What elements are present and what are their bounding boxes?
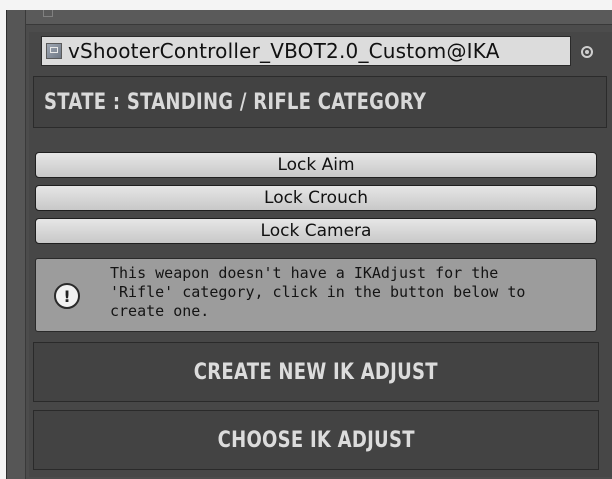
exclamation-icon: ! — [54, 283, 80, 309]
lock-camera-button[interactable]: Lock Camera — [35, 218, 597, 244]
create-new-ik-adjust-button[interactable]: CREATE NEW IK ADJUST — [33, 342, 599, 402]
choose-ik-adjust-label: CHOOSE IK ADJUST — [217, 427, 415, 453]
warning-help-box: ! This weapon doesn't have a IKAdjust fo… — [35, 258, 597, 332]
object-picker-icon[interactable] — [581, 46, 593, 58]
window-top-strip — [7, 10, 612, 25]
inspector-window: vShooterController_VBOT2.0_Custom@IKA ST… — [6, 10, 612, 479]
state-text: STATE : STANDING / RIFLE CATEGORY — [44, 89, 427, 115]
window-tab-handle[interactable] — [43, 10, 53, 17]
warning-message: This weapon doesn't have a IKAdjust for … — [110, 264, 526, 320]
create-new-ik-adjust-label: CREATE NEW IK ADJUST — [193, 359, 438, 385]
window-left-strip — [7, 10, 26, 479]
controller-object-label: vShooterController_VBOT2.0_Custom@IKA — [68, 39, 500, 63]
lock-crouch-button[interactable]: Lock Crouch — [35, 185, 597, 211]
state-header: STATE : STANDING / RIFLE CATEGORY — [33, 76, 607, 128]
lock-aim-button[interactable]: Lock Aim — [35, 152, 597, 178]
controller-object-field[interactable]: vShooterController_VBOT2.0_Custom@IKA — [41, 36, 571, 66]
prefab-icon — [46, 43, 62, 59]
choose-ik-adjust-button[interactable]: CHOOSE IK ADJUST — [33, 410, 599, 470]
ik-adjust-panel: vShooterController_VBOT2.0_Custom@IKA ST… — [29, 32, 612, 477]
